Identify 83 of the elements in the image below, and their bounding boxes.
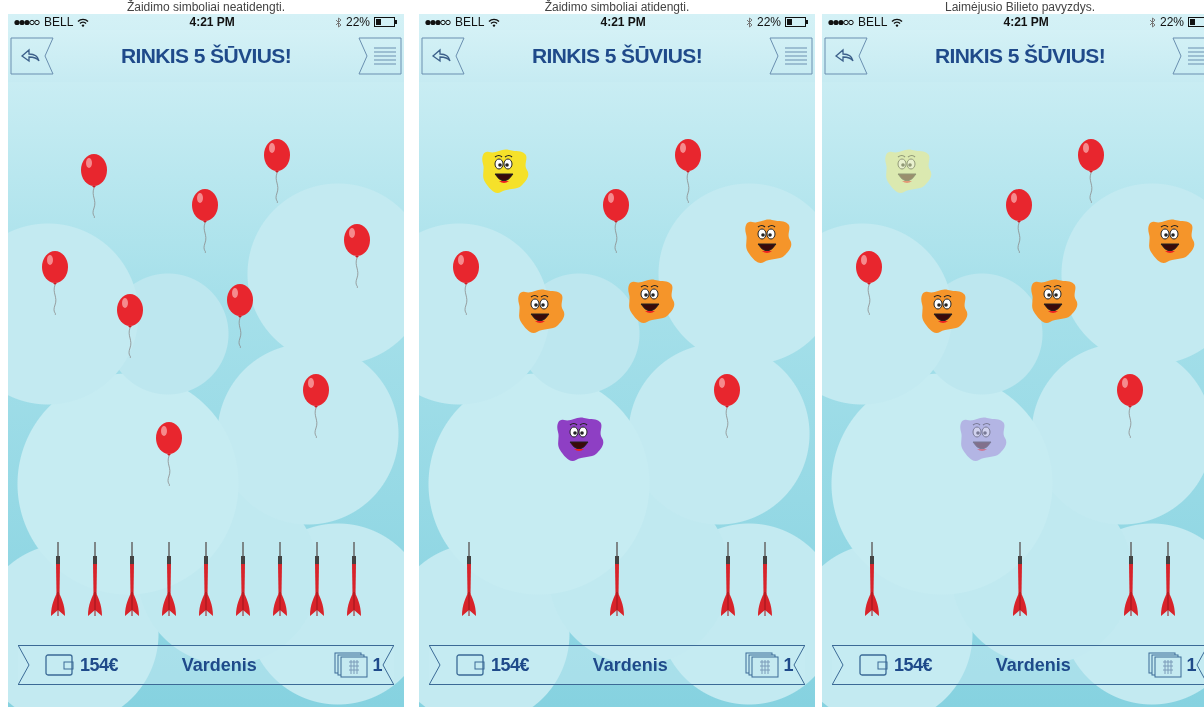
ribbon-end-icon	[382, 645, 394, 685]
battery-percent: 22%	[345, 15, 370, 29]
wifi-icon	[891, 17, 904, 27]
signal-icon	[425, 18, 451, 26]
screen-title: RINKIS 5 ŠŪVIUS!	[933, 44, 1107, 68]
carrier-name: BELL	[858, 15, 888, 29]
ticket-count: 1	[783, 654, 793, 676]
ribbon-end-icon	[793, 645, 805, 685]
balance-amount: 154€	[80, 654, 119, 676]
wallet-icon	[44, 653, 76, 677]
ribbon-end-icon	[18, 645, 30, 685]
dart[interactable]	[461, 542, 477, 618]
back-button[interactable]	[10, 36, 54, 76]
tickets-icon	[334, 652, 369, 678]
carrier-name: BELL	[455, 15, 485, 29]
balloon[interactable]	[343, 223, 371, 289]
dart[interactable]	[235, 542, 251, 618]
battery-icon	[785, 17, 809, 27]
balloon[interactable]	[263, 138, 291, 204]
balloon[interactable]	[116, 293, 144, 359]
battery-percent: 22%	[756, 15, 781, 29]
status-time: 4:21 PM	[599, 15, 647, 29]
balloon[interactable]	[80, 153, 108, 219]
dart[interactable]	[1012, 542, 1028, 618]
bluetooth-icon	[334, 16, 342, 28]
signal-icon	[14, 18, 40, 26]
ticket-count: 1	[372, 654, 382, 676]
bluetooth-icon	[1148, 16, 1156, 28]
carrier-name: BELL	[44, 15, 74, 29]
dart[interactable]	[87, 542, 103, 618]
balloon[interactable]	[1005, 188, 1033, 254]
screen-title: RINKIS 5 ŠŪVIUS!	[119, 44, 293, 68]
balance-amount: 154€	[894, 654, 933, 676]
screen-caption: Žaidimo simboliai atidengti.	[543, 0, 691, 14]
dart[interactable]	[50, 542, 66, 618]
balloon[interactable]	[674, 138, 702, 204]
status-time: 4:21 PM	[1002, 15, 1050, 29]
ticket-count: 1	[1186, 654, 1196, 676]
ribbon-end-icon	[429, 645, 441, 685]
player-name: Vardenis	[591, 654, 669, 676]
wallet-icon	[455, 653, 487, 677]
tickets-icon	[745, 652, 780, 678]
balloon[interactable]	[1116, 373, 1144, 439]
wallet-icon	[858, 653, 890, 677]
balance-amount: 154€	[491, 654, 530, 676]
balloon[interactable]	[226, 283, 254, 349]
screen-caption: Laimėjusio Bilieto pavyzdys.	[943, 0, 1097, 14]
balloon[interactable]	[155, 421, 183, 487]
wifi-icon	[77, 17, 90, 27]
balloon[interactable]	[713, 373, 741, 439]
balloon[interactable]	[452, 250, 480, 316]
dart[interactable]	[1123, 542, 1139, 618]
dart[interactable]	[720, 542, 736, 618]
balloon[interactable]	[41, 250, 69, 316]
balloon[interactable]	[191, 188, 219, 254]
bluetooth-icon	[745, 16, 753, 28]
ribbon-end-icon	[832, 645, 844, 685]
dart[interactable]	[161, 542, 177, 618]
battery-icon	[374, 17, 398, 27]
dart[interactable]	[609, 542, 625, 618]
dart[interactable]	[124, 542, 140, 618]
battery-percent: 22%	[1159, 15, 1184, 29]
dart[interactable]	[309, 542, 325, 618]
dart[interactable]	[198, 542, 214, 618]
screen-title: RINKIS 5 ŠŪVIUS!	[530, 44, 704, 68]
dart[interactable]	[272, 542, 288, 618]
screen-caption: Žaidimo simboliai neatidengti.	[125, 0, 287, 14]
back-button[interactable]	[421, 36, 465, 76]
balloon[interactable]	[1077, 138, 1105, 204]
tickets-icon	[1148, 652, 1183, 678]
balloon[interactable]	[855, 250, 883, 316]
dart[interactable]	[757, 542, 773, 618]
balloon[interactable]	[302, 373, 330, 439]
dart[interactable]	[346, 542, 362, 618]
status-time: 4:21 PM	[188, 15, 236, 29]
player-name: Vardenis	[180, 654, 258, 676]
player-name: Vardenis	[994, 654, 1072, 676]
dart[interactable]	[1160, 542, 1176, 618]
signal-icon	[828, 18, 854, 26]
back-button[interactable]	[824, 36, 868, 76]
wifi-icon	[488, 17, 501, 27]
dart[interactable]	[864, 542, 880, 618]
balloon[interactable]	[602, 188, 630, 254]
